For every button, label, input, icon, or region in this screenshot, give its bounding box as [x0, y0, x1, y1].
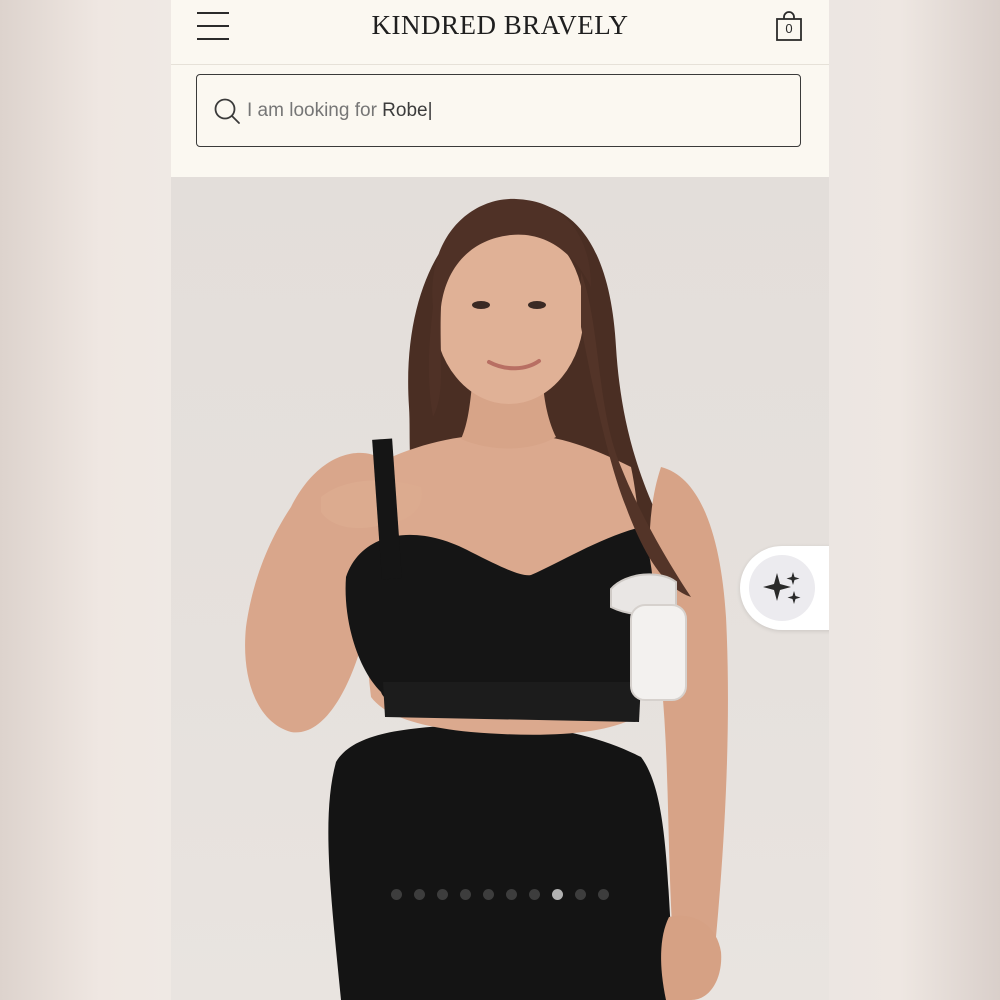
carousel-dot[interactable] — [483, 889, 494, 900]
carousel-dot[interactable] — [506, 889, 517, 900]
menu-button[interactable] — [195, 10, 231, 44]
search-placeholder-prefix: I am looking for — [247, 100, 383, 121]
search-typed-value: Robe — [382, 100, 428, 121]
text-caret: | — [427, 100, 433, 121]
carousel-dot[interactable] — [460, 889, 471, 900]
mobile-viewport: KINDRED BRAVELY 0 I am looking for Robe| — [171, 0, 829, 1000]
site-header: KINDRED BRAVELY 0 — [171, 0, 829, 65]
carousel-dot[interactable] — [552, 889, 563, 900]
carousel-dot[interactable] — [391, 889, 402, 900]
carousel-dot[interactable] — [529, 889, 540, 900]
search-icon — [214, 98, 240, 124]
carousel-pagination — [171, 887, 829, 901]
ai-assistant-button[interactable] — [740, 546, 829, 630]
brand-logo[interactable]: KINDRED BRAVELY — [371, 10, 628, 40]
product-photo — [245, 198, 728, 1000]
sparkles-icon — [763, 572, 801, 604]
search-bar-section: I am looking for Robe| — [171, 65, 829, 177]
carousel-dot[interactable] — [575, 889, 586, 900]
brand-logo-container: KINDRED BRAVELY — [171, 10, 829, 41]
carousel-dot[interactable] — [437, 889, 448, 900]
carousel-dot[interactable] — [414, 889, 425, 900]
search-text: I am looking for Robe| — [247, 100, 433, 122]
carousel-dot[interactable] — [598, 889, 609, 900]
hamburger-menu-icon — [197, 12, 229, 14]
cart-count-badge: 0 — [785, 21, 793, 36]
cart-button[interactable]: 0 — [773, 10, 805, 42]
product-image-carousel[interactable] — [171, 177, 829, 1000]
search-input[interactable]: I am looking for Robe| — [196, 74, 801, 147]
